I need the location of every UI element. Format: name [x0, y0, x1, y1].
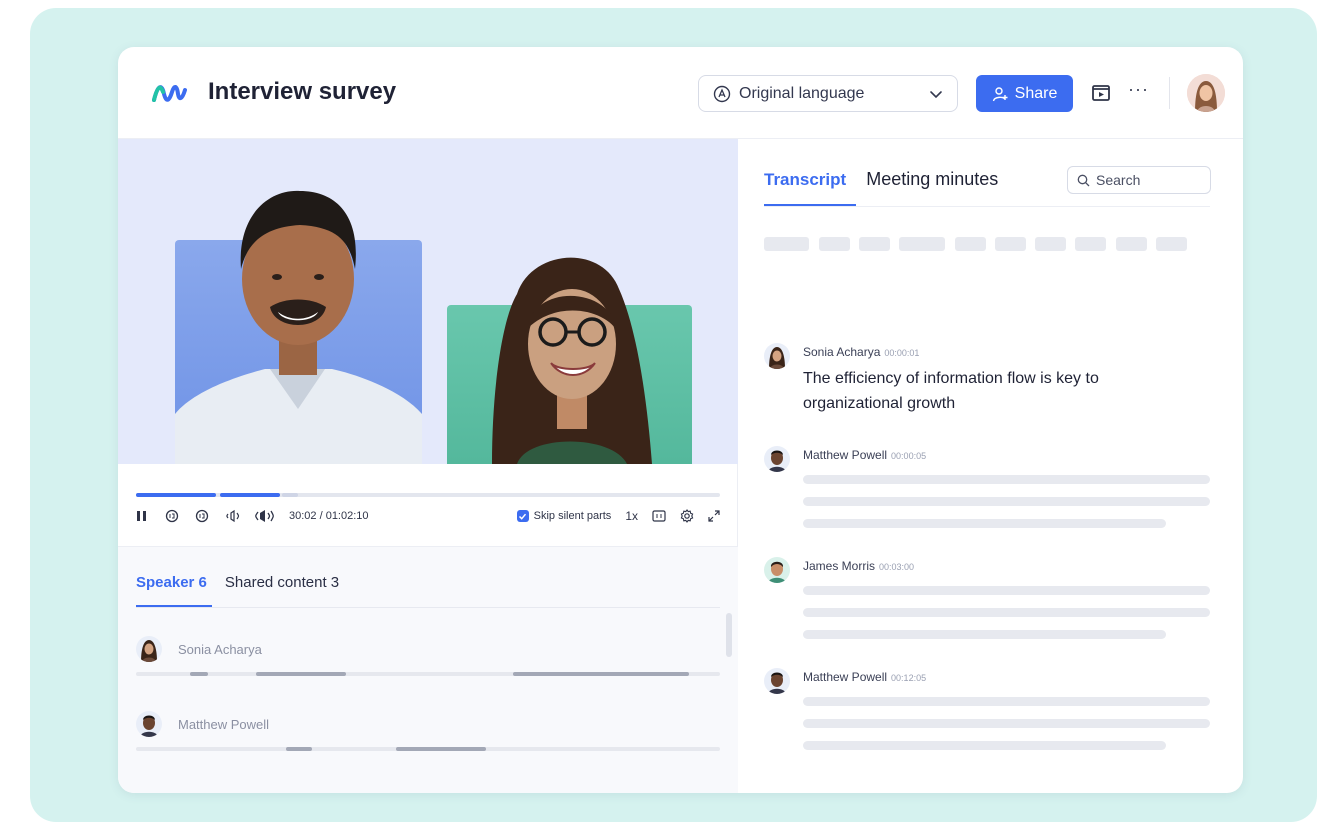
- language-select[interactable]: Original language: [698, 75, 958, 112]
- add-user-icon: [992, 86, 1008, 101]
- speaker-tabs: Speaker 6 Shared content 3: [136, 574, 339, 591]
- checkbox-checked-icon: [516, 510, 529, 522]
- header-bar: Interview survey Original language Share: [118, 47, 1243, 139]
- tab-divider: [764, 206, 1210, 207]
- transcript-timestamp: 00:00:05: [891, 451, 927, 461]
- page-title: Interview survey: [208, 78, 397, 105]
- tab-shared-content[interactable]: Shared content 3: [225, 574, 339, 591]
- volume-icon[interactable]: [225, 509, 241, 523]
- speech-segment: [190, 672, 208, 676]
- rewind-icon[interactable]: [165, 509, 179, 523]
- speed-button[interactable]: 1x: [625, 509, 638, 523]
- transcript-speaker: Sonia Acharya 00:00:01: [803, 345, 920, 359]
- transcript-speaker: Matthew Powell 00:00:05: [803, 448, 927, 462]
- tab-speakers[interactable]: Speaker 6: [136, 574, 207, 591]
- keyword-chip[interactable]: [955, 237, 986, 251]
- language-select-value: Original language: [739, 84, 865, 102]
- transcript-timestamp: 00:12:05: [891, 673, 927, 683]
- header-divider: [1169, 77, 1170, 109]
- present-icon[interactable]: [1091, 83, 1111, 103]
- skip-silent-label: Skip silent parts: [533, 510, 612, 522]
- keyword-chip[interactable]: [995, 237, 1026, 251]
- fullscreen-icon[interactable]: [708, 510, 720, 522]
- captions-icon[interactable]: [652, 510, 666, 522]
- tab-divider: [136, 607, 720, 608]
- avatar: [764, 668, 790, 694]
- keyword-chip[interactable]: [1156, 237, 1187, 251]
- speaker-timeline[interactable]: [136, 747, 720, 751]
- pause-icon[interactable]: [136, 510, 148, 522]
- speech-segment: [396, 747, 486, 751]
- speaker-name: Sonia Acharya: [178, 642, 262, 657]
- transcript-tabs: Transcript Meeting minutes: [764, 169, 998, 190]
- progress-fill: [136, 493, 216, 497]
- forward-icon[interactable]: [195, 509, 209, 523]
- transcript-timestamp: 00:03:00: [879, 562, 915, 572]
- video-panel: 30:02 / 01:02:10 Skip silent parts 1x Sp…: [118, 139, 738, 793]
- speech-segment: [513, 672, 689, 676]
- participant-video-woman: [492, 257, 652, 464]
- text-placeholder-line: [803, 519, 1166, 528]
- avatar: [136, 711, 162, 737]
- progress-bar[interactable]: [136, 484, 720, 497]
- playback-time: 30:02 / 01:02:10: [289, 510, 369, 522]
- avatar: [764, 446, 790, 472]
- speech-segment: [256, 672, 346, 676]
- text-placeholder-line: [803, 697, 1210, 706]
- keyword-chip[interactable]: [1035, 237, 1066, 251]
- progress-buffer: [282, 493, 298, 497]
- video-player[interactable]: [118, 139, 738, 464]
- keyword-chip[interactable]: [1075, 237, 1106, 251]
- scrollbar[interactable]: [726, 613, 732, 657]
- keyword-chip[interactable]: [859, 237, 890, 251]
- keyword-chip[interactable]: [764, 237, 809, 251]
- progress-fill: [220, 493, 280, 497]
- player-controls: 30:02 / 01:02:10 Skip silent parts 1x: [136, 504, 720, 528]
- text-placeholder-line: [803, 719, 1210, 728]
- transcript-panel: Transcript Meeting minutes Search Sonia …: [739, 139, 1243, 793]
- more-icon[interactable]: ···: [1128, 79, 1149, 100]
- text-placeholder-line: [803, 608, 1210, 617]
- speakers-panel: Speaker 6 Shared content 3 Sonia Acharya: [118, 546, 738, 793]
- text-placeholder-line: [803, 630, 1166, 639]
- speech-segment: [286, 747, 312, 751]
- transcript-speaker: James Morris 00:03:00: [803, 559, 915, 573]
- avatar: [764, 557, 790, 583]
- transcript-text: The efficiency of information flow is ke…: [803, 370, 1099, 412]
- speaker-icon[interactable]: [255, 509, 275, 523]
- globe-icon: [713, 85, 731, 102]
- keyword-chip[interactable]: [899, 237, 945, 251]
- speaker-name: Matthew Powell: [178, 717, 270, 732]
- text-placeholder-line: [803, 497, 1210, 506]
- skip-silent-checkbox[interactable]: Skip silent parts: [516, 510, 612, 522]
- share-button[interactable]: Share: [976, 75, 1073, 112]
- text-placeholder-line: [803, 741, 1166, 750]
- tab-transcript[interactable]: Transcript: [764, 170, 846, 190]
- avatar[interactable]: [1187, 74, 1225, 112]
- keyword-chip[interactable]: [1116, 237, 1147, 251]
- speaker-timeline[interactable]: [136, 672, 720, 676]
- avatar: [764, 343, 790, 369]
- text-placeholder-line: [803, 586, 1210, 595]
- tab-meeting-minutes[interactable]: Meeting minutes: [866, 169, 998, 190]
- participant-video-man: [175, 190, 422, 464]
- avatar: [136, 636, 162, 662]
- transcript-speaker: Matthew Powell 00:12:05: [803, 670, 927, 684]
- transcript-timestamp: 00:00:01: [884, 348, 920, 358]
- settings-icon[interactable]: [680, 509, 694, 523]
- search-placeholder: Search: [1096, 172, 1141, 188]
- search-input[interactable]: Search: [1067, 166, 1211, 194]
- text-placeholder-line: [803, 475, 1210, 484]
- search-icon: [1077, 174, 1090, 186]
- app-window: Interview survey Original language Share: [118, 47, 1243, 793]
- chevron-down-icon: [930, 90, 942, 98]
- keyword-chip[interactable]: [819, 237, 850, 251]
- logo-icon: [152, 85, 187, 102]
- share-button-label: Share: [1014, 84, 1058, 102]
